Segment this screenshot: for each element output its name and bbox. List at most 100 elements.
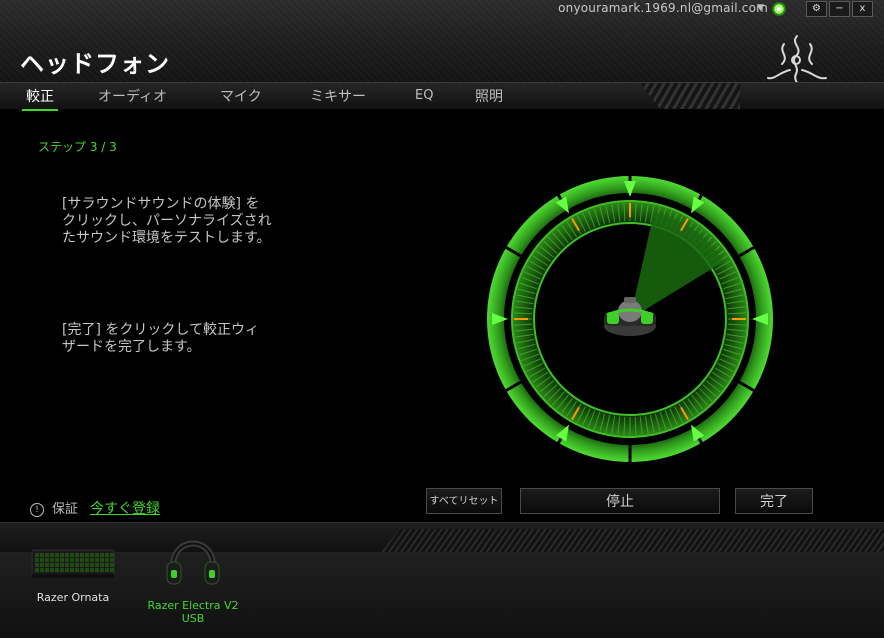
keyboard-key (45, 568, 49, 572)
keyboard-key (95, 568, 99, 572)
keyboard-key (100, 558, 104, 562)
keyboard-key (60, 568, 64, 572)
keyboard-key (60, 558, 64, 562)
keyboard-key (65, 568, 69, 572)
keyboard-key (110, 563, 114, 567)
keyboard-key (35, 553, 39, 557)
settings-button[interactable]: ⚙ (806, 1, 827, 17)
warranty-label: 保証 (52, 502, 79, 517)
register-now-link[interactable]: 今すぐ登録 (90, 501, 160, 517)
keyboard-key (40, 563, 44, 567)
instruction-line: クリックし、パーソナライズされ (62, 213, 272, 229)
info-icon: ! (30, 503, 44, 517)
keyboard-key (55, 558, 59, 562)
keyboard-key (35, 563, 39, 567)
keyboard-key (65, 553, 69, 557)
keyboard-key (90, 563, 94, 567)
keyboard-key (85, 568, 89, 572)
keyboard-key (55, 553, 59, 557)
keyboard-key (40, 553, 44, 557)
keyboard-key (35, 558, 39, 562)
keyboard-key (45, 558, 49, 562)
keyboard-key (85, 558, 89, 562)
keyboard-key (45, 553, 49, 557)
keyboard-key (90, 558, 94, 562)
keyboard-key (70, 568, 74, 572)
keyboard-key (50, 558, 54, 562)
keyboard-key (100, 563, 104, 567)
keyboard-key (65, 558, 69, 562)
keyboard-key (105, 563, 109, 567)
done-button[interactable]: 完了 (735, 488, 813, 514)
minimize-button[interactable]: − (829, 1, 850, 17)
device-name: Razer Electra V2 USB (147, 599, 239, 625)
keyboard-key (40, 558, 44, 562)
keyboard-key (95, 553, 99, 557)
keyboard-key (90, 553, 94, 557)
device-tray (0, 552, 884, 638)
keyboard-key (75, 563, 79, 567)
window-controls: ⚙ − x (806, 1, 873, 17)
keyboard-key (95, 563, 99, 567)
reset-all-button[interactable]: すべてリセット (426, 488, 502, 514)
instruction-line: たサウンド環境をテストします。 (62, 230, 271, 246)
instruction-line: [完了] をクリックして較正ウィ (62, 322, 259, 338)
keyboard-key (60, 563, 64, 567)
keyboard-key (85, 563, 89, 567)
keyboard-key (50, 553, 54, 557)
instruction-finish: [完了] をクリックして較正ウィ ザードを完了します。 (62, 322, 302, 356)
account-email[interactable]: onyouramark.1969.nl@gmail.com (558, 1, 768, 15)
chevron-down-icon[interactable]: ▼ (757, 3, 764, 13)
instruction-line: ザードを完了します。 (62, 339, 201, 355)
device-bar-divider (0, 522, 884, 553)
keyboard-key (105, 558, 109, 562)
keyboard-key (50, 568, 54, 572)
tab-mixer[interactable]: ミキサー (310, 86, 366, 106)
device-razer-electra-v2[interactable]: Razer Electra V2 USB (138, 528, 248, 625)
tab-eq[interactable]: EQ (415, 88, 433, 103)
headset-icon (166, 540, 220, 585)
keyboard-key (95, 558, 99, 562)
keyboard-icon (31, 549, 115, 578)
keyboard-key (110, 568, 114, 572)
instruction-surround: [サラウンドサウンドの体験] を クリックし、パーソナライズされ たサウンド環境… (62, 196, 302, 247)
tab-calibration[interactable]: 較正 (22, 86, 58, 111)
keyboard-key (80, 568, 84, 572)
keyboard-key (100, 553, 104, 557)
warranty-row: ! 保証 今すぐ登録 (30, 498, 160, 518)
device-name: Razer Ornata (36, 591, 110, 604)
keyboard-key (70, 563, 74, 567)
tab-lighting[interactable]: 照明 (475, 86, 503, 106)
online-status-icon[interactable] (772, 2, 786, 16)
step-indicator: ステップ 3 / 3 (38, 140, 117, 154)
device-razer-ornata[interactable]: Razer Ornata (26, 544, 120, 604)
keyboard-key (100, 568, 104, 572)
keyboard-key (90, 568, 94, 572)
close-button[interactable]: x (852, 1, 873, 17)
keyboard-key (45, 563, 49, 567)
keyboard-key (35, 568, 39, 572)
keyboard-key (50, 563, 54, 567)
page-title: ヘッドフォン (20, 50, 170, 78)
keyboard-key (55, 568, 59, 572)
keyboard-key (60, 553, 64, 557)
keyboard-key (110, 553, 114, 557)
keyboard-key (110, 558, 114, 562)
keyboard-key (70, 558, 74, 562)
keyboard-key (65, 563, 69, 567)
keyboard-key (40, 568, 44, 572)
tab-audio[interactable]: オーディオ (98, 86, 167, 106)
keyboard-key (105, 568, 109, 572)
stop-button[interactable]: 停止 (520, 488, 720, 514)
keyboard-key (75, 553, 79, 557)
keyboard-key (80, 563, 84, 567)
instruction-line: [サラウンドサウンドの体験] を (62, 196, 260, 212)
keyboard-key (75, 558, 79, 562)
tab-mic[interactable]: マイク (220, 86, 262, 106)
keyboard-key (70, 553, 74, 557)
keyboard-key (80, 553, 84, 557)
keyboard-key (75, 568, 79, 572)
surround-calibration-dial[interactable] (485, 174, 775, 464)
keyboard-key (105, 553, 109, 557)
keyboard-key (80, 558, 84, 562)
